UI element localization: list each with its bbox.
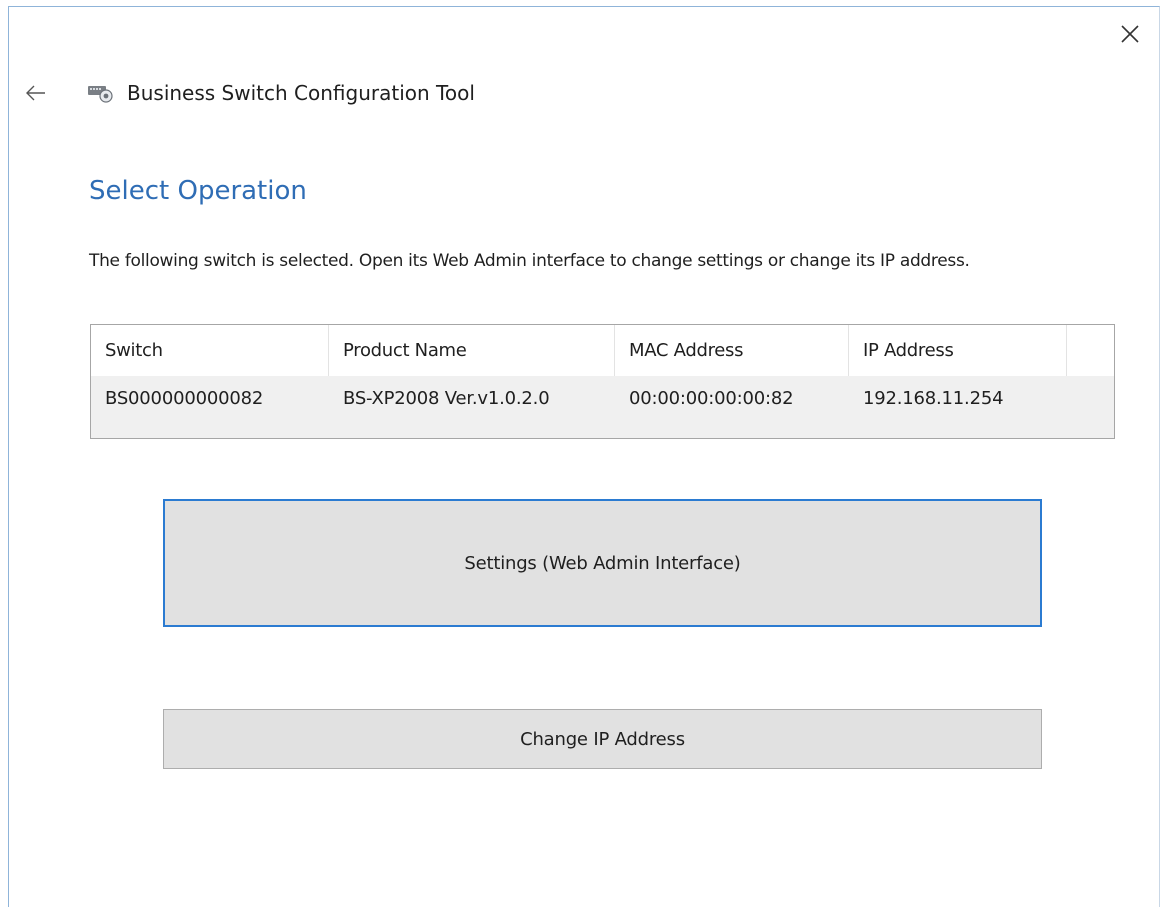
app-window: Business Switch Configuration Tool Selec… <box>8 6 1160 907</box>
app-icon <box>87 82 115 104</box>
close-button[interactable] <box>1113 17 1147 51</box>
column-header-product-name[interactable]: Product Name <box>329 325 615 376</box>
switch-table: Switch Product Name MAC Address IP Addre… <box>90 324 1115 439</box>
table-header: Switch Product Name MAC Address IP Addre… <box>91 325 1114 376</box>
change-ip-button-label: Change IP Address <box>520 728 685 750</box>
close-icon <box>1121 25 1139 43</box>
cell-product-name: BS-XP2008 Ver.v1.0.2.0 <box>343 388 550 409</box>
cell-mac-address: 00:00:00:00:00:82 <box>629 388 794 409</box>
page-heading: Select Operation <box>89 176 307 206</box>
network-switch-icon <box>88 86 113 103</box>
table-row[interactable]: BS000000000082 BS-XP2008 Ver.v1.0.2.0 00… <box>91 376 1114 425</box>
page-description: The following switch is selected. Open i… <box>89 251 970 271</box>
column-header-ip-address[interactable]: IP Address <box>849 325 1067 376</box>
column-header-switch[interactable]: Switch <box>91 325 329 376</box>
change-ip-address-button[interactable]: Change IP Address <box>163 709 1042 769</box>
cell-switch: BS000000000082 <box>105 388 264 409</box>
settings-web-admin-button[interactable]: Settings (Web Admin Interface) <box>163 499 1042 627</box>
cell-ip-address: 192.168.11.254 <box>863 388 1004 409</box>
app-title: Business Switch Configuration Tool <box>127 81 475 105</box>
column-header-mac-address[interactable]: MAC Address <box>615 325 849 376</box>
back-button[interactable] <box>23 79 55 107</box>
back-arrow-icon <box>26 85 45 101</box>
settings-button-label: Settings (Web Admin Interface) <box>464 552 741 574</box>
column-header-filler <box>1067 325 1114 376</box>
